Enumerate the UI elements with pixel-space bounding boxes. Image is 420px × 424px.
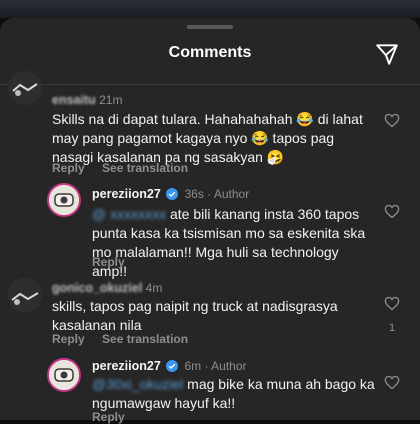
send-icon[interactable] bbox=[374, 41, 400, 67]
comment-meta: gonico_okuziel 4m bbox=[52, 281, 162, 295]
mention-link[interactable]: @30xi_okuziel bbox=[92, 376, 183, 392]
author-label: Author bbox=[213, 187, 250, 201]
avatar[interactable] bbox=[47, 358, 81, 392]
reply-button[interactable]: Reply bbox=[92, 410, 125, 424]
comment-username[interactable]: gonico_okuziel bbox=[52, 281, 142, 295]
comment-username[interactable]: ensaitu bbox=[52, 93, 96, 107]
comment-meta: pereziion27 6m · Author bbox=[92, 359, 247, 373]
comment-actions: Reply bbox=[92, 255, 139, 269]
avatar[interactable] bbox=[8, 71, 42, 105]
reply-button[interactable]: Reply bbox=[52, 161, 85, 175]
reply-button[interactable]: Reply bbox=[92, 255, 125, 269]
author-label: Author bbox=[211, 359, 247, 373]
comment-actions: Reply See translation bbox=[52, 161, 202, 175]
heart-icon[interactable] bbox=[384, 204, 400, 219]
reply-button[interactable]: Reply bbox=[52, 332, 85, 346]
mention-link[interactable]: @ bbox=[92, 206, 106, 222]
like-count: 1 bbox=[389, 322, 396, 334]
comment-text: @ xxxxxxxx ate bili kanang insta 360 tap… bbox=[92, 206, 366, 279]
comment-meta: pereziion27 36s · Author bbox=[92, 187, 250, 201]
comment-username[interactable]: pereziion27 bbox=[92, 359, 161, 373]
avatar[interactable] bbox=[47, 183, 81, 217]
comment-text: @30xi_okuziel mag bike ka muna ah bago k… bbox=[92, 375, 376, 413]
comment-actions: Reply See translation bbox=[52, 332, 202, 346]
see-translation-button[interactable]: See translation bbox=[102, 332, 188, 346]
drag-handle[interactable] bbox=[187, 25, 233, 29]
heart-icon[interactable] bbox=[384, 296, 400, 311]
comment-time: 21m bbox=[99, 93, 123, 107]
background-app-strip bbox=[0, 0, 420, 18]
heart-icon[interactable] bbox=[384, 113, 400, 128]
comment-meta: ensaitu 21m bbox=[52, 93, 122, 107]
comment-username[interactable]: pereziion27 bbox=[92, 187, 161, 201]
see-translation-button[interactable]: See translation bbox=[102, 161, 188, 175]
header-divider bbox=[0, 84, 420, 85]
comment-time: 36s bbox=[184, 187, 204, 201]
verified-badge-icon bbox=[166, 188, 179, 200]
comment-actions: Reply bbox=[92, 410, 139, 424]
verified-badge-icon bbox=[166, 360, 179, 372]
avatar[interactable] bbox=[8, 278, 42, 312]
heart-icon[interactable] bbox=[384, 375, 400, 390]
comment-time: 4m bbox=[145, 281, 163, 295]
comment-time: 6m bbox=[184, 359, 202, 373]
comment-text: skills, tapos pag naipit ng truck at nad… bbox=[52, 298, 338, 333]
sheet-title: Comments bbox=[168, 44, 252, 61]
comment-text: Skills na di dapat tulara. Hahahahahah 😂… bbox=[52, 111, 363, 165]
